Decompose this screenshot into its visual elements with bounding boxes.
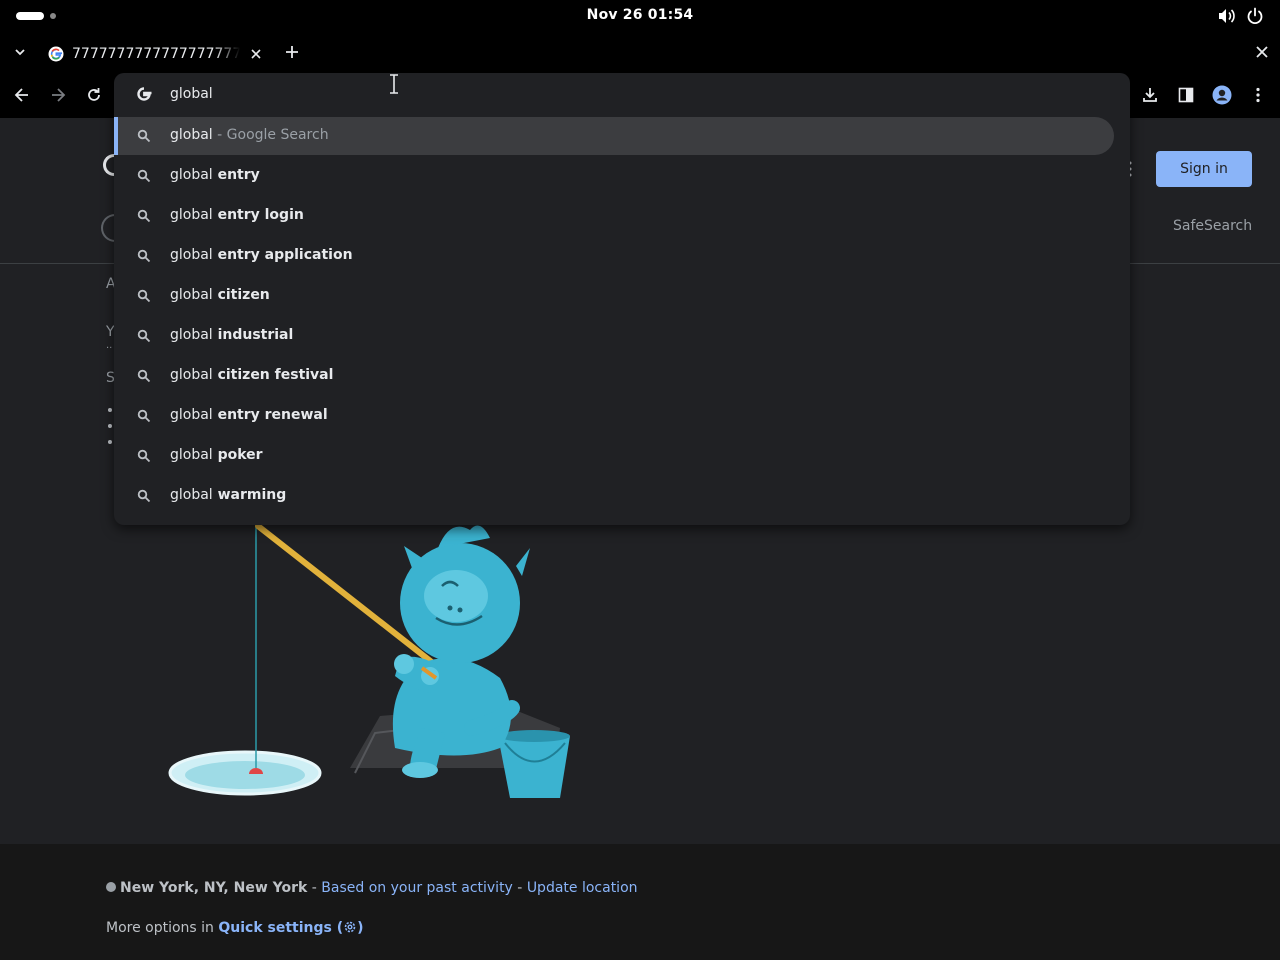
- suggestion-text: global warming: [170, 487, 287, 503]
- search-icon: [137, 489, 151, 503]
- search-icon: [137, 449, 151, 463]
- suggestion-text: global entry login: [170, 207, 304, 223]
- suggestion-row[interactable]: global industrial: [114, 317, 1114, 355]
- quick-settings-link[interactable]: Quick settings: [218, 920, 331, 936]
- quick-settings-paren-close: ): [357, 920, 364, 936]
- gear-icon[interactable]: [343, 920, 357, 934]
- search-icon: [137, 209, 151, 223]
- omnibox-input-row[interactable]: global: [114, 73, 1130, 117]
- suggestion-text: global citizen: [170, 287, 270, 303]
- reload-icon[interactable]: [84, 85, 104, 105]
- suggestion-text: global entry application: [170, 247, 353, 263]
- new-tab-plus-icon[interactable]: [282, 42, 302, 62]
- system-top-bar: Nov 26 01:54: [0, 0, 1280, 32]
- location-line: New York, NY, New York - Based on your p…: [106, 880, 638, 896]
- suggestion-text: global - Google Search: [170, 127, 329, 143]
- active-tab[interactable]: 77777777777777777777777: [38, 36, 270, 72]
- window-close-icon[interactable]: [1252, 42, 1272, 62]
- location-separator-1: -: [307, 880, 322, 896]
- page-footer: New York, NY, New York - Based on your p…: [0, 844, 1280, 960]
- omnibox-dropdown: global global - Google Search global ent…: [114, 73, 1130, 525]
- power-icon[interactable]: [1245, 6, 1265, 26]
- tab-search-chevron-icon[interactable]: [10, 42, 30, 62]
- tab-strip: 77777777777777777777777: [0, 32, 1280, 72]
- search-icon: [137, 129, 151, 143]
- forward-arrow-icon[interactable]: [48, 85, 68, 105]
- text-cursor-icon: [390, 74, 398, 94]
- omnibox-input[interactable]: global: [170, 86, 213, 102]
- past-activity-link[interactable]: Based on your past activity: [321, 880, 513, 896]
- volume-icon[interactable]: [1216, 6, 1236, 26]
- location-separator-2: -: [512, 880, 527, 896]
- selection-indicator: [114, 117, 118, 155]
- yeti-fishing-illustration: [168, 523, 570, 798]
- suggestion-row[interactable]: global entry renewal: [114, 397, 1114, 435]
- quick-settings-paren-open: (: [331, 920, 344, 936]
- location-name: New York, NY, New York: [120, 880, 308, 896]
- side-panel-icon[interactable]: [1176, 85, 1196, 105]
- browser-menu-kebab-icon[interactable]: [1248, 85, 1268, 105]
- suggestion-row[interactable]: global warming: [114, 477, 1114, 515]
- search-icon: [137, 409, 151, 423]
- system-clock[interactable]: Nov 26 01:54: [0, 7, 1280, 23]
- tab-close-icon[interactable]: [246, 44, 266, 64]
- suggestion-text: global entry renewal: [170, 407, 328, 423]
- more-options-prefix: More options in: [106, 920, 219, 936]
- google-favicon-icon: [48, 46, 64, 62]
- search-icon: [137, 369, 151, 383]
- suggestion-row[interactable]: global poker: [114, 437, 1114, 475]
- peek-text-dots: ..: [106, 340, 113, 351]
- suggestion-row-selected[interactable]: global - Google Search: [114, 117, 1114, 155]
- peek-bullets: [108, 408, 112, 444]
- download-icon[interactable]: [1140, 85, 1160, 105]
- update-location-link[interactable]: Update location: [527, 880, 638, 896]
- search-icon: [137, 249, 151, 263]
- sign-in-button[interactable]: Sign in: [1156, 151, 1252, 187]
- location-dot-icon: [106, 882, 116, 892]
- suggestion-text: global industrial: [170, 327, 294, 343]
- google-g-icon: [137, 87, 152, 101]
- suggestion-row[interactable]: global citizen festival: [114, 357, 1114, 395]
- profile-avatar-icon[interactable]: [1212, 85, 1232, 105]
- search-icon: [137, 289, 151, 303]
- suggestion-text: global poker: [170, 447, 263, 463]
- suggestion-text: global citizen festival: [170, 367, 334, 383]
- suggestion-text: global entry: [170, 167, 260, 183]
- suggestion-row[interactable]: global citizen: [114, 277, 1114, 315]
- suggestion-row[interactable]: global entry login: [114, 197, 1114, 235]
- suggestion-row[interactable]: global entry application: [114, 237, 1114, 275]
- tab-title: 77777777777777777777777: [72, 46, 240, 62]
- more-options-line: More options in Quick settings (): [106, 920, 364, 936]
- search-icon: [137, 169, 151, 183]
- suggestion-row[interactable]: global entry: [114, 157, 1114, 195]
- search-icon: [137, 329, 151, 343]
- safesearch-link[interactable]: SafeSearch: [1173, 218, 1252, 234]
- search-box-edge: [101, 214, 115, 242]
- back-arrow-icon[interactable]: [12, 85, 32, 105]
